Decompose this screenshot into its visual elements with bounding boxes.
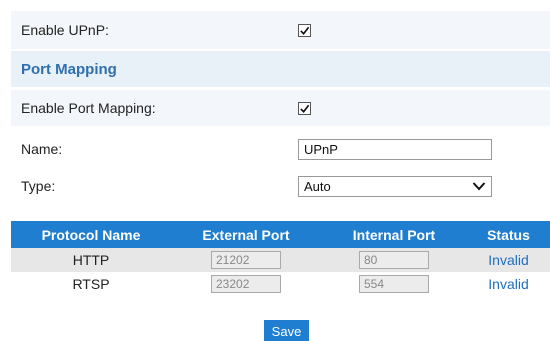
enable-port-mapping-control	[298, 101, 311, 115]
port-table: Protocol Name External Port Internal Por…	[11, 221, 550, 296]
internal-port-header: Internal Port	[321, 221, 467, 248]
status-link[interactable]: Invalid	[488, 276, 528, 292]
type-select[interactable]: Auto	[298, 175, 492, 197]
name-control	[298, 138, 492, 160]
enable-port-mapping-row: Enable Port Mapping:	[11, 90, 550, 126]
external-port-field: 21202	[211, 251, 281, 269]
checkmark-icon	[300, 26, 310, 35]
type-control: Auto	[298, 175, 492, 197]
port-mapping-section-header: Port Mapping	[11, 51, 550, 87]
table-row: RTSP 23202 554 Invalid	[11, 272, 550, 296]
external-port-cell: 23202	[171, 272, 321, 296]
name-row: Name:	[11, 131, 550, 167]
type-label: Type:	[21, 178, 56, 194]
status-link[interactable]: Invalid	[488, 252, 528, 268]
enable-upnp-row: Enable UPnP:	[11, 11, 550, 49]
status-header: Status	[467, 221, 550, 248]
internal-port-field: 80	[359, 251, 429, 269]
status-cell: Invalid	[467, 272, 550, 296]
protocol-cell: RTSP	[11, 272, 171, 296]
enable-upnp-label: Enable UPnP:	[21, 22, 109, 38]
enable-upnp-checkbox[interactable]	[298, 23, 311, 37]
internal-port-field: 554	[359, 275, 429, 293]
internal-port-cell: 80	[321, 248, 467, 272]
enable-port-mapping-checkbox[interactable]	[298, 101, 311, 115]
protocol-name-header: Protocol Name	[11, 221, 171, 248]
checkmark-icon	[300, 104, 310, 113]
port-table-header-row: Protocol Name External Port Internal Por…	[11, 221, 550, 248]
type-row: Type: Auto	[11, 168, 550, 204]
enable-port-mapping-label: Enable Port Mapping:	[21, 100, 156, 116]
name-label: Name:	[21, 141, 63, 157]
external-port-field: 23202	[211, 275, 281, 293]
table-row: HTTP 21202 80 Invalid	[11, 248, 550, 272]
type-select-value: Auto	[304, 178, 331, 194]
enable-upnp-control	[298, 23, 311, 37]
external-port-header: External Port	[171, 221, 321, 248]
port-mapping-section-title: Port Mapping	[21, 60, 117, 78]
internal-port-cell: 554	[321, 272, 467, 296]
save-button[interactable]: Save	[264, 320, 309, 341]
external-port-cell: 21202	[171, 248, 321, 272]
protocol-cell: HTTP	[11, 248, 171, 272]
name-input[interactable]	[298, 138, 492, 160]
status-cell: Invalid	[467, 248, 550, 272]
chevron-down-icon	[472, 182, 486, 191]
